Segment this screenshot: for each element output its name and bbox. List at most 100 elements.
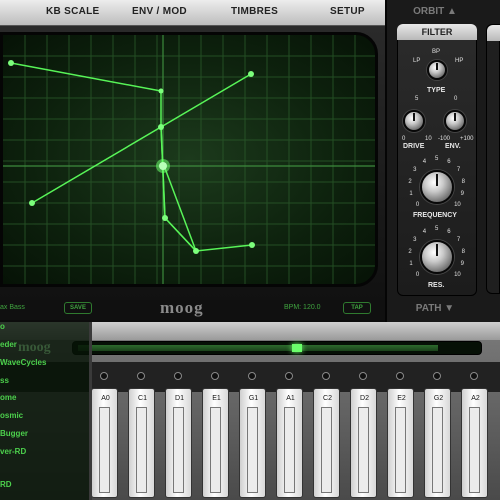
moog-logo: moog <box>160 298 204 317</box>
timbres-tab[interactable]: TIMBRES <box>231 6 278 17</box>
step-key-note: A2 <box>471 395 480 402</box>
preset-name[interactable]: ax Bass <box>0 304 25 311</box>
env-amount-knob[interactable] <box>444 110 466 132</box>
step-key-note: A1 <box>286 395 295 402</box>
save-button[interactable]: SAVE <box>64 302 92 314</box>
env-label: ENV. <box>445 143 461 150</box>
resTicks-tick: 2 <box>408 248 412 255</box>
preset-list-item[interactable]: WaveCycles <box>0 358 46 367</box>
frequency-knob[interactable] <box>420 170 454 204</box>
step-key[interactable]: A0 <box>91 388 118 498</box>
preset-list-item[interactable]: ome <box>0 393 16 402</box>
type-knob[interactable] <box>427 60 447 80</box>
resonance-knob[interactable] <box>420 240 454 274</box>
kb-scale-tab[interactable]: KB SCALE <box>46 6 100 17</box>
position-thumb[interactable] <box>292 344 302 352</box>
adjacent-panel-edge <box>486 24 500 294</box>
resTicks-tick: 6 <box>447 228 451 235</box>
preset-list-item[interactable]: Bugger <box>0 429 28 438</box>
env-mod-tab[interactable]: ENV / MOD <box>132 6 187 17</box>
bp-label: BP <box>432 49 441 55</box>
freqTicks-tick: 6 <box>447 158 451 165</box>
step-key[interactable]: D2 <box>350 388 377 498</box>
step-key-slot <box>247 407 258 493</box>
key-pin[interactable] <box>359 372 367 380</box>
step-key-slot <box>395 407 406 493</box>
resTicks-tick: 4 <box>422 228 427 235</box>
top-menu-bar: KB SCALE ENV / MOD TIMBRES SETUP <box>0 0 385 26</box>
preset-list-item[interactable]: RD <box>0 480 12 489</box>
step-key[interactable]: A1 <box>276 388 303 498</box>
step-key[interactable]: E2 <box>387 388 414 498</box>
bpm-display: BPM: 120.0 <box>284 304 321 311</box>
env-scale-top: 0 <box>454 96 458 102</box>
type-label: TYPE <box>427 87 446 94</box>
drive-scale-min: 0 <box>402 136 406 142</box>
freqTicks-tick: 4 <box>422 158 427 165</box>
moog-watermark: moog <box>18 340 51 355</box>
resTicks-tick: 7 <box>456 237 461 244</box>
resTicks-tick: 3 <box>413 237 417 244</box>
step-key[interactable]: C1 <box>128 388 155 498</box>
scope-trace <box>3 35 375 284</box>
step-key-note: G2 <box>433 395 444 402</box>
filter-header: FILTER <box>397 24 477 40</box>
preset-list-item[interactable]: osmic <box>0 411 23 420</box>
key-pin[interactable] <box>137 372 145 380</box>
env-scale-min: -100 <box>438 136 451 142</box>
step-key[interactable]: G1 <box>239 388 266 498</box>
step-key[interactable]: A2 <box>461 388 488 498</box>
scope-bezel <box>0 26 385 300</box>
xy-scope-screen[interactable] <box>0 32 378 287</box>
tap-button[interactable]: TAP <box>343 302 371 314</box>
step-key-slot <box>136 407 147 493</box>
preset-list-item[interactable]: ver-RD <box>0 447 26 456</box>
preset-list-item[interactable]: eder <box>0 340 17 349</box>
freqTicks-tick: 7 <box>456 167 461 174</box>
key-pin[interactable] <box>433 372 441 380</box>
freqTicks-tick: 1 <box>409 191 413 198</box>
preset-list-item[interactable]: o <box>0 322 5 331</box>
position-track-fill <box>78 345 438 351</box>
key-pin[interactable] <box>248 372 256 380</box>
frequency-label: FREQUENCY <box>413 212 457 219</box>
setup-tab[interactable]: SETUP <box>330 6 365 17</box>
drive-scale-max: 10 <box>425 136 432 142</box>
freqTicks-tick: 2 <box>408 178 412 185</box>
step-key-note: D1 <box>175 395 184 402</box>
step-key-slot <box>284 407 295 493</box>
key-pin[interactable] <box>285 372 293 380</box>
freqTicks-tick: 0 <box>415 202 420 209</box>
step-key-slot <box>99 407 110 493</box>
resTicks-tick: 10 <box>454 272 461 279</box>
key-pin[interactable] <box>100 372 108 380</box>
step-key-slot <box>469 407 480 493</box>
hp-label: HP <box>455 58 464 64</box>
drive-scale-top: 5 <box>415 96 419 102</box>
step-key-note: G1 <box>248 395 259 402</box>
env-scale-max: +100 <box>460 136 474 142</box>
step-key-note: C2 <box>323 395 332 402</box>
drive-label: DRIVE <box>403 143 425 150</box>
step-key-slot <box>432 407 443 493</box>
step-key[interactable]: G2 <box>424 388 451 498</box>
resonance-label: RES. <box>428 282 445 289</box>
drive-knob[interactable] <box>403 110 425 132</box>
resTicks-tick: 8 <box>461 248 465 255</box>
key-pin[interactable] <box>322 372 330 380</box>
key-pin[interactable] <box>396 372 404 380</box>
key-pin[interactable] <box>174 372 182 380</box>
resTicks-tick: 0 <box>415 272 420 279</box>
orbit-button[interactable]: ORBIT ▲ <box>390 6 480 17</box>
step-key-slot <box>173 407 184 493</box>
step-key[interactable]: C2 <box>313 388 340 498</box>
path-button[interactable]: PATH ▼ <box>390 303 480 314</box>
step-key[interactable]: D1 <box>165 388 192 498</box>
step-key-slot <box>321 407 332 493</box>
key-pin[interactable] <box>211 372 219 380</box>
step-key[interactable]: E1 <box>202 388 229 498</box>
step-key-slot <box>358 407 369 493</box>
step-key-note: C1 <box>138 395 147 402</box>
key-pin[interactable] <box>470 372 478 380</box>
preset-list-item[interactable]: ss <box>0 376 9 385</box>
